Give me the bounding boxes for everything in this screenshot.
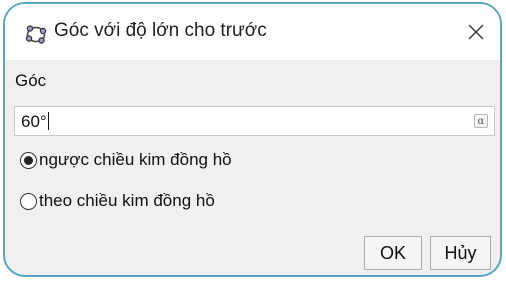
angle-input-value: 60° [21,112,49,131]
radio-button-unselected[interactable] [20,192,37,210]
ok-button[interactable]: OK [364,236,422,270]
window-title: Góc với độ lớn cho trước [54,20,267,41]
close-icon[interactable] [462,18,490,46]
radio-button-selected[interactable] [20,151,37,169]
radio-counterclockwise-label: ngược chiều kim đồng hồ [39,150,232,169]
radio-counterclockwise[interactable]: ngược chiều kim đồng hồ [20,150,232,170]
title-bar[interactable]: Góc với độ lớn cho trước [5,4,500,60]
geogebra-icon [25,23,47,45]
radio-clockwise-label: theo chiều kim đồng hồ [39,191,215,210]
angle-input[interactable]: 60° α [14,106,495,136]
angle-label: Góc [15,71,47,90]
dialog-body: Góc 60° α ngược chiều kim đồng hồ theo c… [5,60,500,275]
cancel-button[interactable]: Hủy [430,236,491,270]
angle-dialog: Góc với độ lớn cho trước Góc 60° α ngược… [3,2,502,277]
alpha-symbol-button[interactable]: α [474,114,488,128]
radio-clockwise[interactable]: theo chiều kim đồng hồ [20,191,215,211]
text-caret [47,112,49,130]
